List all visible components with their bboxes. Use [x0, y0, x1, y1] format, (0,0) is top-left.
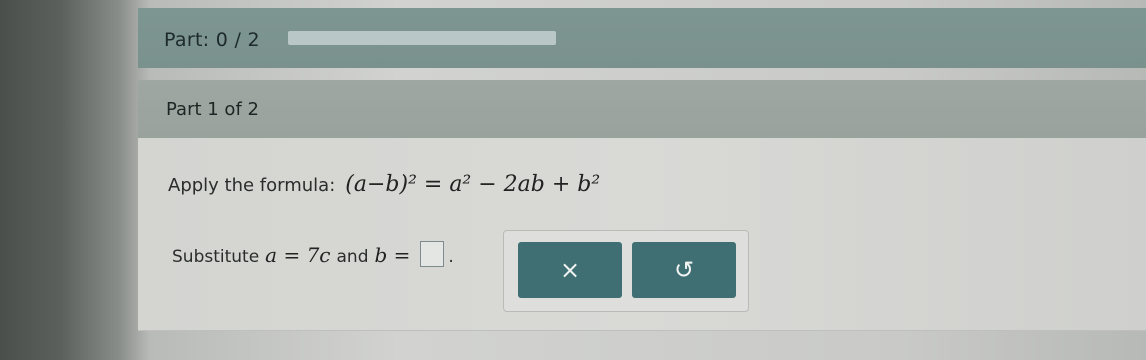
answer-toolbox: × ↺ — [503, 230, 749, 312]
question-panel: Apply the formula: (a−b)² = a² − 2ab + b… — [138, 138, 1146, 331]
formula-line: Apply the formula: (a−b)² = a² − 2ab + b… — [168, 172, 600, 197]
undo-button[interactable]: ↺ — [632, 242, 736, 298]
formula-intro: Apply the formula: — [168, 175, 336, 196]
clear-button[interactable]: × — [518, 242, 622, 298]
answer-input[interactable] — [420, 241, 445, 267]
close-icon: × — [559, 256, 581, 284]
substitute-prefix: Substitute — [172, 247, 260, 267]
period: . — [448, 247, 454, 267]
part-label: Part 1 of 2 — [166, 99, 259, 120]
substitute-and: and — [336, 247, 369, 267]
progress-track — [288, 31, 556, 45]
formula: (a−b)² = a² − 2ab + b² — [345, 172, 601, 197]
progress-label: Part: 0 / 2 — [164, 29, 260, 51]
undo-icon: ↺ — [673, 256, 695, 284]
progress-bar-header: Part: 0 / 2 — [138, 8, 1146, 68]
substitute-line: Substitute a = 7c and b = . — [172, 236, 454, 267]
substitute-a: a = 7c — [265, 243, 331, 267]
substitute-b: b = — [374, 243, 411, 267]
part-header: Part 1 of 2 — [138, 80, 1146, 138]
